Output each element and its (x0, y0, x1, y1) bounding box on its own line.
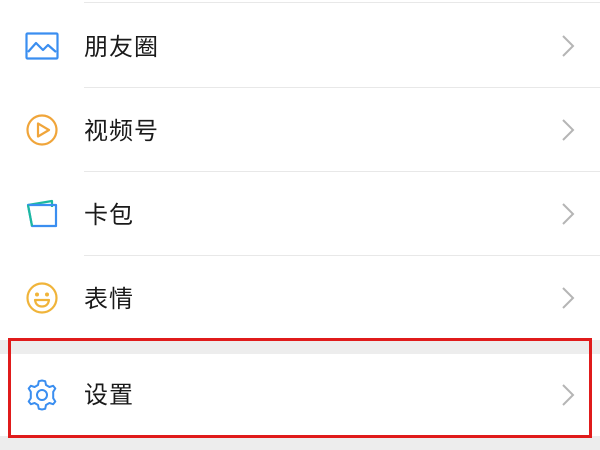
chevron-right-icon (562, 119, 575, 141)
me-page-menu: 朋友圈 视频号 卡包 表情 设置 (0, 0, 600, 450)
menu-item-label: 卡包 (84, 201, 134, 229)
channels-play-icon (24, 112, 60, 148)
menu-item-label: 表情 (84, 285, 134, 313)
card-wallet-icon (24, 196, 60, 232)
menu-item-label: 视频号 (84, 117, 159, 145)
menu-item-label: 朋友圈 (84, 33, 159, 61)
menu-item-channels[interactable]: 视频号 (0, 88, 600, 172)
chevron-right-icon (562, 35, 575, 57)
section-separator (0, 340, 600, 354)
menu-item-stickers[interactable]: 表情 (0, 256, 600, 340)
chevron-right-icon (562, 384, 575, 406)
menu-item-label: 设置 (84, 381, 134, 409)
chevron-right-icon (562, 203, 575, 225)
menu-item-moments[interactable]: 朋友圈 (0, 4, 600, 88)
divider (84, 2, 600, 3)
chevron-right-icon (562, 287, 575, 309)
moments-picture-icon (24, 28, 60, 64)
menu-item-cards[interactable]: 卡包 (0, 172, 600, 256)
section-separator (0, 436, 600, 450)
gear-icon (24, 377, 60, 413)
smiley-face-icon (24, 280, 60, 316)
menu-item-settings[interactable]: 设置 (0, 354, 600, 436)
